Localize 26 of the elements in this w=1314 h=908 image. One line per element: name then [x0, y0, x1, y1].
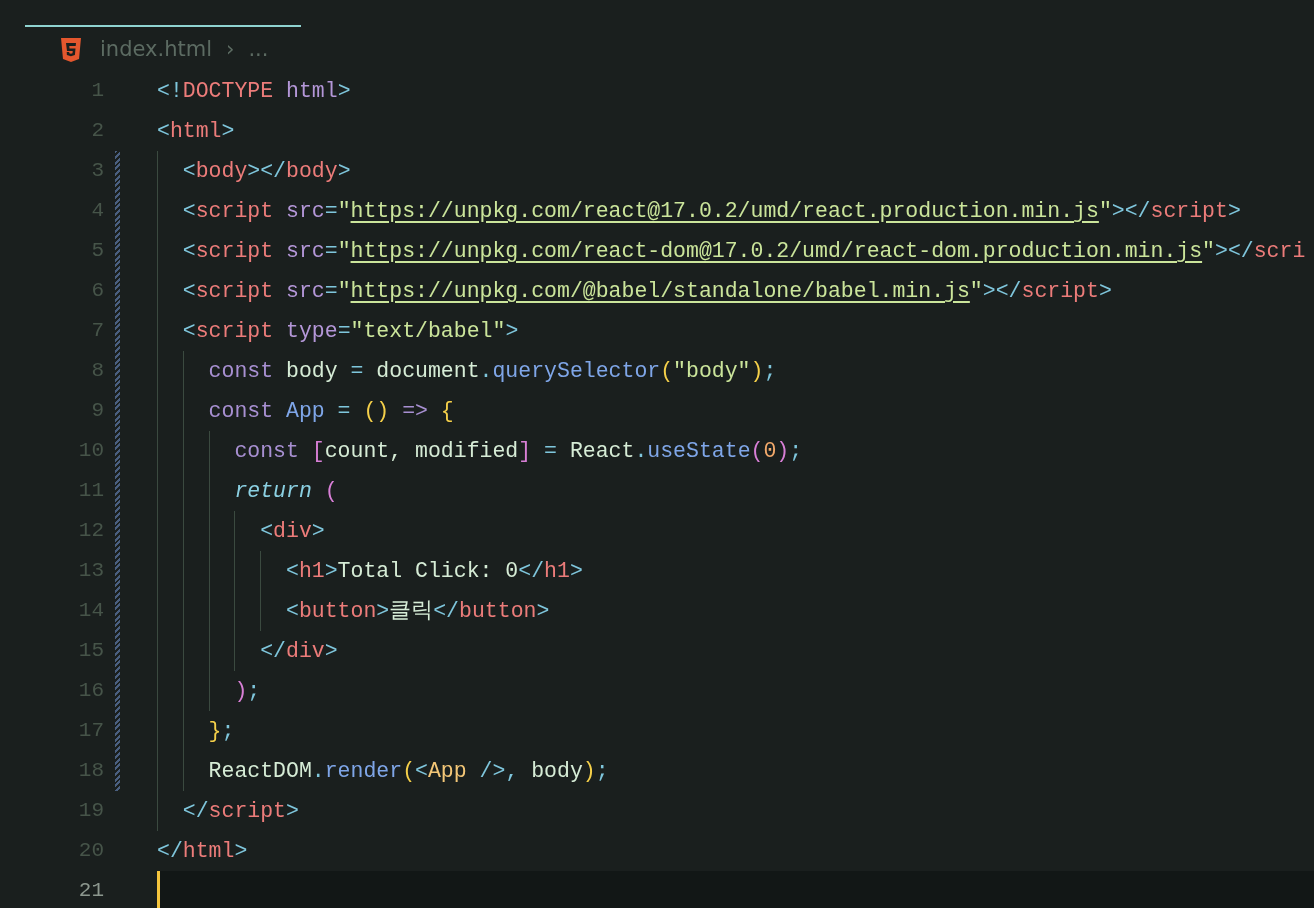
code-line: <div> — [157, 511, 1314, 551]
code-line: <h1>Total Click: 0</h1> — [157, 551, 1314, 591]
breadcrumb-more[interactable]: ... — [248, 33, 269, 66]
html-file-icon — [60, 36, 82, 63]
breadcrumb-file[interactable]: index.html — [100, 33, 212, 66]
code-line: </script> — [157, 791, 1314, 831]
code-line: <button>클릭</button> — [157, 591, 1314, 631]
code-line: ); — [157, 671, 1314, 711]
code-line: <script type="text/babel"> — [157, 311, 1314, 351]
code-line: ReactDOM.render(<App />, body); — [157, 751, 1314, 791]
code-line: <script src="https://unpkg.com/react@17.0.2/umd/react.production.min.js"></script> — [157, 191, 1314, 231]
code-line: <!DOCTYPE html> — [157, 77, 352, 105]
code-line: }; — [157, 711, 1314, 751]
code-line: const [count, modified] = React.useState(0); — [157, 431, 1314, 471]
text-cursor — [157, 871, 160, 908]
code-line: <script src="https://unpkg.com/react-dom@17.0.2/umd/react-dom.production.min.js"></scri — [157, 231, 1314, 271]
code-line: <html> — [157, 117, 236, 145]
breadcrumb-separator: › — [225, 35, 235, 63]
code-line: </div> — [157, 631, 1314, 671]
code-line: return ( — [157, 471, 1314, 511]
code-line: const body = document.querySelector("body"); — [157, 351, 1314, 391]
code-line: <body></body> — [157, 151, 1314, 191]
code-line: const App = () => { — [157, 391, 1314, 431]
line-number: 21 — [77, 878, 104, 905]
code-line: <script src="https://unpkg.com/@babel/standalone/babel.min.js"></script> — [157, 271, 1314, 311]
code-line: </html> — [157, 837, 249, 865]
